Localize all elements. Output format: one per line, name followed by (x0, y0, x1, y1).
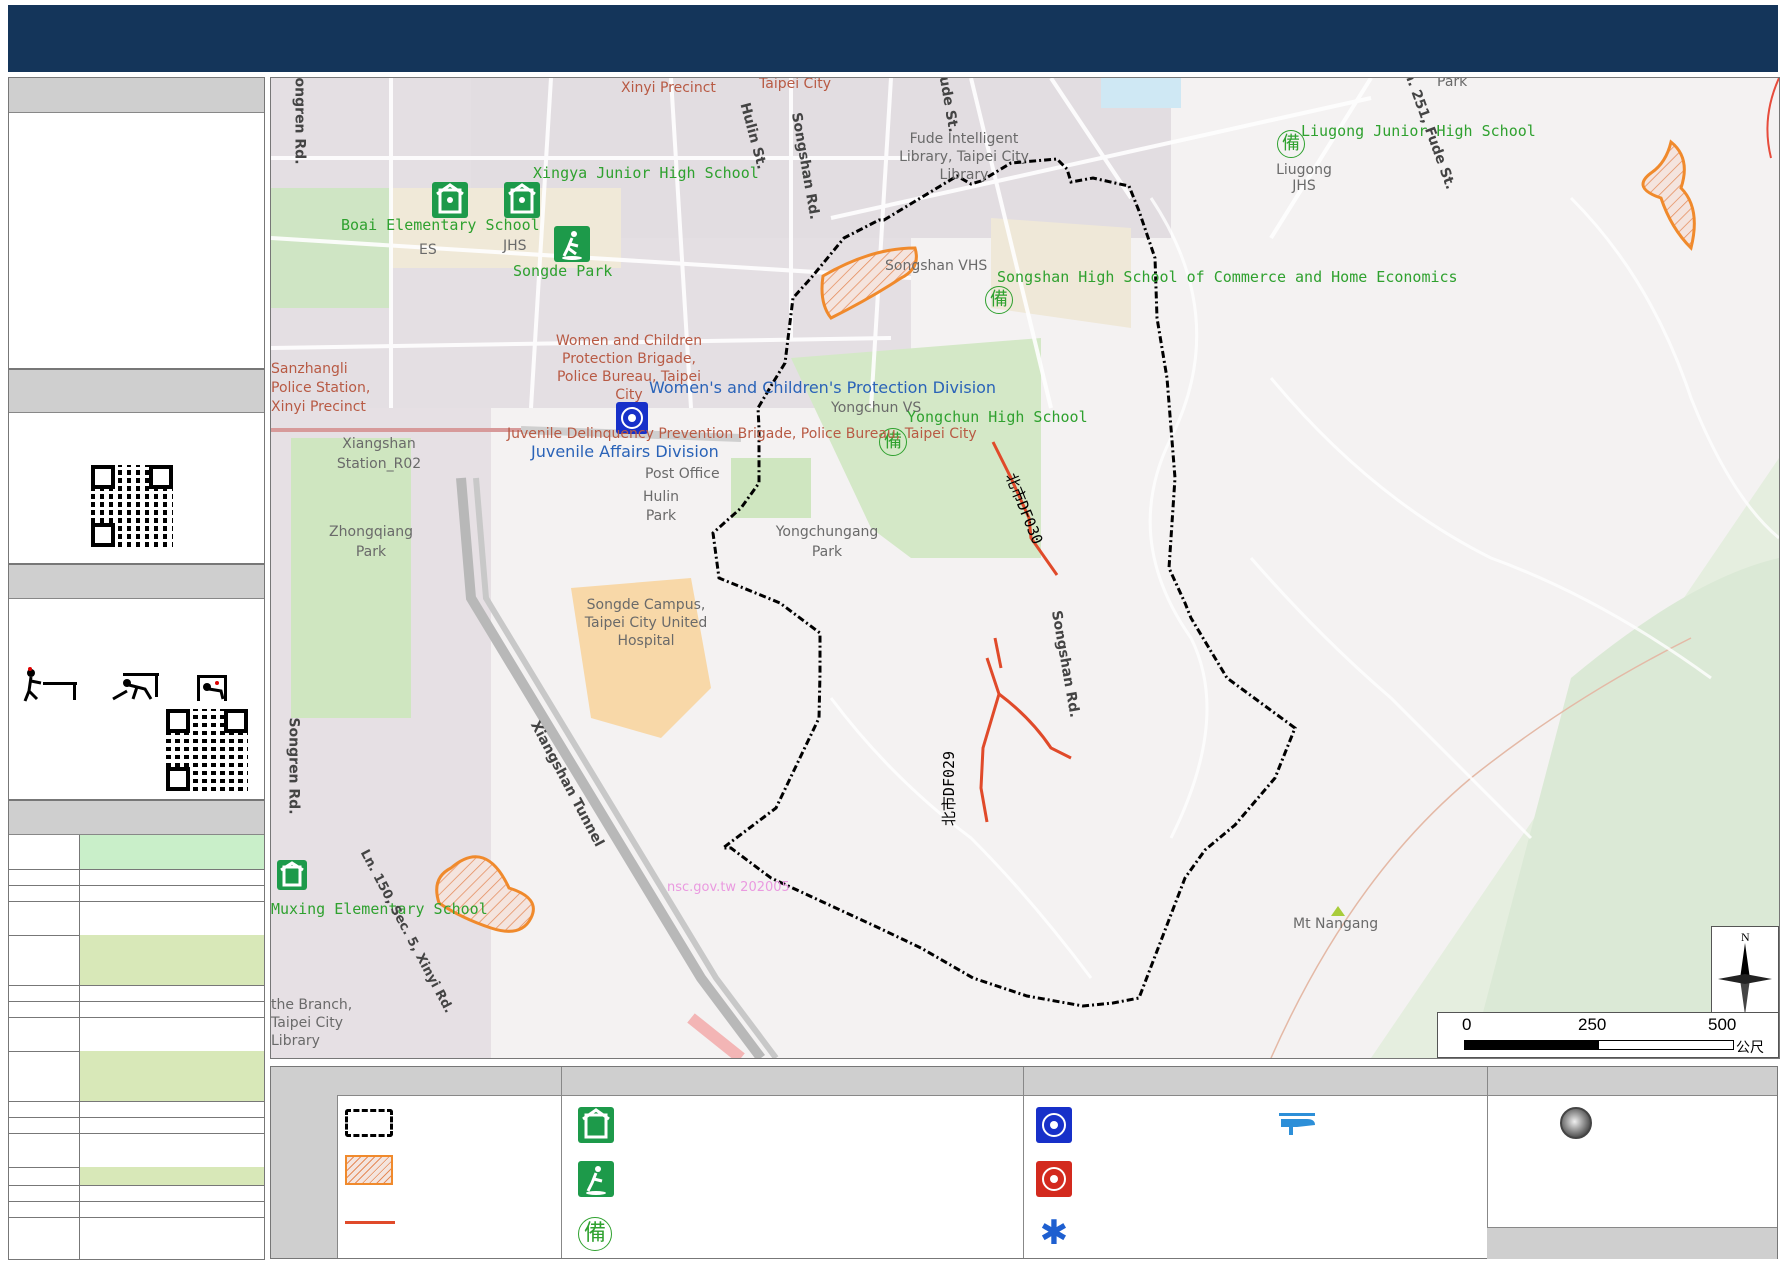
watermark: nsc.gov.tw 202005 (667, 880, 790, 895)
scale-label-250: 250 (1578, 1015, 1607, 1034)
legend-side-title (271, 1067, 338, 1258)
legend-evacuation-site-icon (578, 1161, 614, 1197)
scale-unit: 公尺 (1736, 1040, 1764, 1056)
label-xiangshan-station: Xiangshan Station_R02 (336, 436, 422, 472)
info-row (9, 885, 264, 902)
info-row (9, 1167, 264, 1186)
shelter-icon[interactable] (432, 182, 468, 218)
label-wcpd: Women's and Children's Protection Divisi… (649, 378, 997, 397)
map-frame[interactable]: 備 備 備 Xinyi Precinct Taipei City Park Fu… (270, 77, 1780, 1059)
label-liugong-jhs: Liugong JHS (1276, 162, 1332, 194)
scale-bar: 0 250 500 公尺 (1437, 1012, 1779, 1058)
panel-safety-title (9, 565, 264, 599)
info-row (9, 869, 264, 886)
water (1101, 78, 1181, 108)
label-es: ES (419, 242, 437, 258)
label-taipei-city: Taipei City (759, 77, 831, 92)
legend-debris-flow-line (345, 1221, 395, 1224)
info-row (9, 935, 264, 986)
label-songshan-vhs: Songshan VHS (885, 258, 988, 274)
info-row (9, 1101, 264, 1118)
label-jhs: JHS (503, 238, 527, 254)
shelter-icon[interactable] (277, 860, 307, 890)
qr-finder-2 (166, 709, 248, 791)
label-songde-park: Songde Park (513, 262, 613, 280)
legend-police-icon (1036, 1107, 1072, 1143)
drop-icon (23, 667, 77, 702)
label-hulin-park: Hulin Park (642, 489, 680, 524)
info-row (9, 1201, 264, 1218)
peak-marker-icon (1331, 906, 1345, 916)
info-row (9, 985, 264, 1002)
label-sanzhangli: Sanzhangli Police Station, Xinyi Precinc… (271, 361, 371, 415)
north-label: N (1741, 930, 1750, 944)
label-df029: 北市DF029 (940, 750, 959, 827)
header-bar (8, 5, 1778, 72)
panel-qr-info-title (9, 370, 264, 413)
label-songshan-hs-commerce: Songshan High School of Commerce and Hom… (997, 268, 1458, 286)
debris-flow-df029 (979, 657, 1001, 823)
info-row (9, 1133, 264, 1168)
label-boai-es: Boai Elementary School (341, 216, 540, 234)
legend-hazard-swatch (345, 1155, 393, 1185)
info-row (9, 1001, 264, 1018)
park-area (731, 458, 811, 518)
label-mt-nangang: Mt Nangang (1293, 916, 1379, 932)
shelter-icon[interactable] (504, 182, 540, 218)
info-row (9, 901, 264, 936)
label-xinyi-precinct: Xinyi Precinct (621, 80, 716, 96)
legend-standby-icon: 備 (578, 1217, 612, 1251)
label-songren-rd: Songren Rd. (285, 717, 302, 815)
scale-label-0: 0 (1462, 1015, 1472, 1034)
legend-shelter-icon (578, 1107, 614, 1143)
label-juvenile-division: Juvenile Affairs Division (531, 442, 719, 461)
hold-icon (197, 675, 227, 701)
label-yongchungang-park: Yongchungang Park (775, 524, 879, 560)
panel-info-title (9, 801, 264, 835)
panel-safety (8, 564, 265, 800)
info-row (9, 835, 264, 870)
panel-info-table (8, 800, 265, 1260)
hazard-zone (1641, 139, 1696, 251)
label-songren-rd-top: Songren Rd. (291, 77, 308, 165)
qr-finder-1 (91, 465, 173, 547)
info-row (9, 1185, 264, 1202)
label-park-top: Park (1437, 77, 1468, 90)
label-muxing-es: Muxing Elementary School (271, 900, 488, 918)
standby-icon: 備 (985, 286, 1013, 314)
north-arrow: N (1711, 926, 1779, 1022)
info-row (9, 1117, 264, 1134)
park-area (271, 188, 391, 308)
drop-cover-hold-icons (23, 667, 227, 702)
info-row (9, 1017, 264, 1052)
legend-fire-station-icon (1036, 1161, 1072, 1197)
cover-icon (112, 673, 159, 701)
legend: 備 ✱ (270, 1066, 1778, 1259)
legend-peak-icon (1560, 1107, 1592, 1139)
scale-label-500: 500 (1708, 1015, 1737, 1034)
label-fude-library: Fude Intelligent Library, Taipei City Li… (899, 131, 1029, 183)
label-yongchun-hs: Yongchun High School (907, 408, 1088, 426)
label-library-branch: the Branch, Taipei City Library (271, 997, 353, 1049)
label-zhongqiang-park: Zhongqiang Park (329, 524, 413, 560)
legend-helicopter-icon (1271, 1109, 1321, 1139)
label-juvenile-brigade: Juvenile Delinquency Prevention Brigade,… (507, 426, 977, 442)
info-row (9, 1217, 264, 1259)
legend-medical-icon: ✱ (1039, 1213, 1069, 1253)
panel-overview-title (9, 78, 264, 113)
label-songde-hospital: Songde Campus, Taipei City United Hospit… (584, 597, 708, 649)
info-table (9, 835, 264, 1259)
legend-header-row (337, 1067, 1777, 1096)
panel-qr-info (8, 369, 265, 564)
label-post-office: Post Office (645, 466, 720, 482)
evacuation-site-icon[interactable] (554, 226, 590, 262)
label-xingya-jhs: Xingya Junior High School (533, 164, 759, 182)
panel-overview (8, 77, 265, 369)
legend-boundary-swatch (345, 1109, 393, 1137)
park-area (291, 438, 411, 718)
info-row (9, 1051, 264, 1102)
